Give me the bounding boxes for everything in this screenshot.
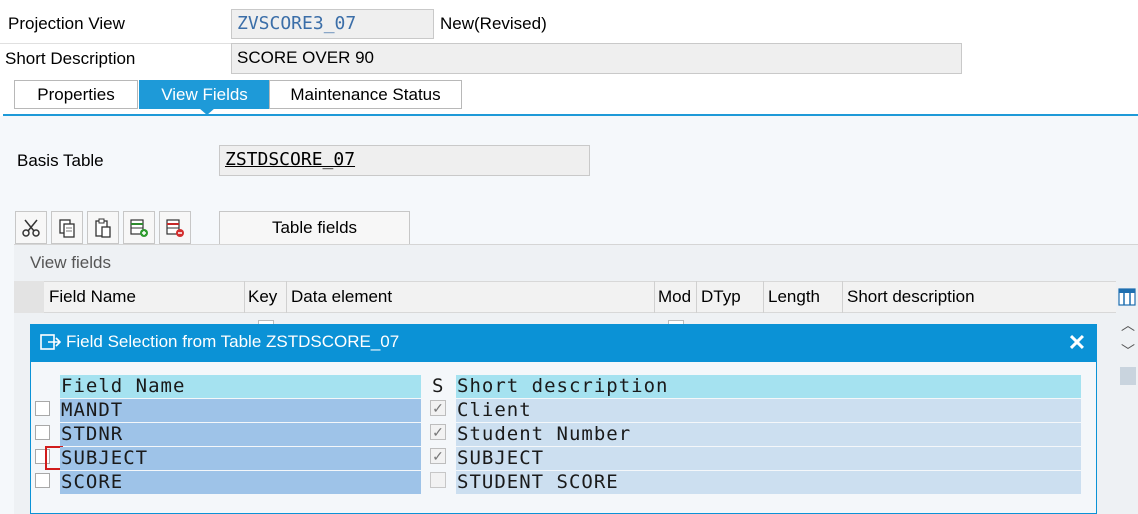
projection-view-label: Projection View — [8, 14, 125, 33]
short-desc-cell[interactable]: SUBJECT — [456, 447, 1081, 470]
col-short-description[interactable]: Short description — [847, 282, 975, 312]
dlg-col-s[interactable]: S — [431, 375, 451, 398]
dlg-col-short-description[interactable]: Short description — [456, 375, 1081, 398]
dlg-col-field-name[interactable]: Field Name — [60, 375, 421, 398]
tab-maintenance-status[interactable]: Maintenance Status — [269, 80, 462, 109]
field-name-cell[interactable]: SUBJECT — [60, 447, 421, 470]
col-divider — [654, 281, 655, 313]
short-desc-cell[interactable]: Client — [456, 399, 1081, 422]
short-desc-cell[interactable]: STUDENT SCORE — [456, 471, 1081, 494]
s-checkbox-checked: ✓ — [430, 424, 446, 440]
col-key[interactable]: Key — [248, 282, 277, 312]
scroll-down-icon[interactable]: ﹀ — [1118, 342, 1138, 360]
scroll-up-icon[interactable]: ︿ — [1118, 316, 1138, 334]
basis-table-field[interactable]: ZSTDSCORE_07 — [219, 145, 590, 176]
col-divider — [763, 281, 764, 313]
status-text: New(Revised) — [440, 14, 547, 33]
delete-row-button[interactable] — [159, 211, 191, 244]
col-length[interactable]: Length — [768, 282, 820, 312]
short-desc-cell[interactable]: Student Number — [456, 423, 1081, 446]
close-icon[interactable]: ✕ — [1064, 330, 1090, 356]
col-divider — [696, 281, 697, 313]
row-selector-header[interactable] — [14, 281, 44, 313]
copy-icon — [59, 218, 75, 238]
dialog-window-icon — [40, 334, 62, 350]
col-mod[interactable]: Mod — [658, 282, 691, 312]
basis-table-label: Basis Table — [17, 151, 104, 170]
scissors-icon — [22, 219, 40, 237]
dialog-title: Field Selection from Table ZSTDSCORE_07 — [66, 332, 400, 351]
column-settings-icon — [1118, 288, 1136, 306]
table-fields-button[interactable]: Table fields — [219, 211, 410, 245]
row-select-checkbox[interactable] — [35, 473, 50, 488]
s-checkbox-unchecked — [430, 472, 446, 488]
scrollbar-thumb[interactable] — [1120, 367, 1136, 385]
short-desc-label: Short Description — [5, 49, 136, 68]
copy-button[interactable] — [51, 211, 83, 244]
col-data-element[interactable]: Data element — [291, 282, 392, 312]
tab-properties[interactable]: Properties — [14, 80, 138, 109]
view-fields-title: View fields — [30, 253, 111, 272]
paste-button[interactable] — [87, 211, 119, 244]
dialog-icon — [40, 333, 62, 351]
field-name-cell[interactable]: SCORE — [60, 471, 421, 494]
col-field-name[interactable]: Field Name — [49, 282, 136, 312]
col-dtyp[interactable]: DTyp — [701, 282, 741, 312]
row-select-checkbox[interactable] — [35, 425, 50, 440]
insert-row-icon — [130, 218, 148, 237]
col-divider — [286, 281, 287, 313]
cut-button[interactable] — [15, 211, 47, 244]
projection-view-field[interactable]: ZVSCORE3_07 — [231, 9, 434, 39]
row-select-checkbox[interactable] — [35, 401, 50, 416]
tab-view-fields[interactable]: View Fields — [139, 80, 270, 109]
column-settings-button[interactable] — [1116, 284, 1138, 310]
s-checkbox-checked: ✓ — [430, 400, 446, 416]
paste-icon — [95, 218, 111, 238]
field-name-cell[interactable]: STDNR — [60, 423, 421, 446]
delete-row-icon — [166, 218, 184, 237]
insert-row-button[interactable] — [123, 211, 155, 244]
field-name-cell[interactable]: MANDT — [60, 399, 421, 422]
short-desc-field[interactable]: SCORE OVER 90 — [231, 43, 962, 74]
col-divider — [842, 281, 843, 313]
col-divider — [244, 281, 245, 313]
s-checkbox-checked: ✓ — [430, 448, 446, 464]
